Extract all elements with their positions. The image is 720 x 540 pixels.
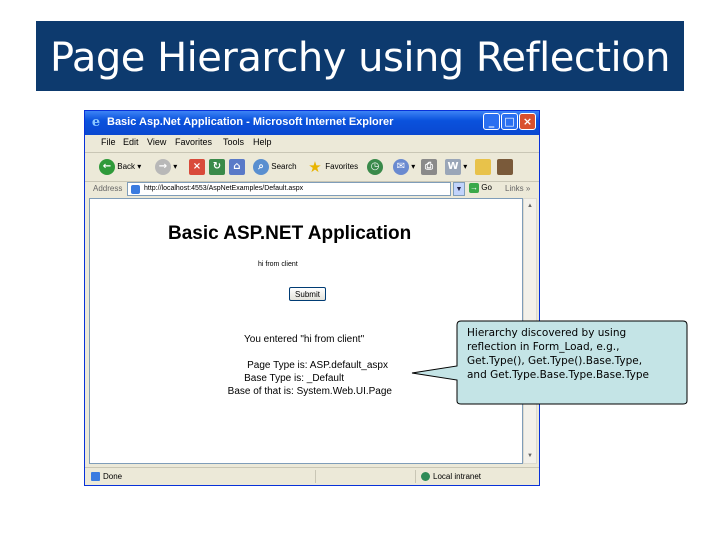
menu-view[interactable]: View (147, 137, 166, 147)
status-done: Done (91, 472, 122, 482)
history-button[interactable]: ◷ (367, 157, 383, 177)
callout-line: Get.Type(), Get.Type().Base.Type, (467, 355, 643, 367)
status-divider (315, 470, 316, 483)
edit-page-icon: W (445, 158, 461, 175)
callout: Hierarchy discovered by using reflection… (410, 318, 688, 406)
home-button[interactable]: ⌂ (229, 157, 245, 177)
intranet-icon (421, 472, 430, 482)
edit-button[interactable]: W ▾ (445, 157, 467, 177)
search-icon: ⌕ (253, 158, 269, 175)
favorites-button[interactable]: ★ Favorites (307, 157, 358, 177)
page-done-icon (91, 472, 100, 482)
maximize-button[interactable]: □ (501, 113, 518, 130)
scroll-down-icon[interactable]: ▼ (525, 450, 535, 462)
ie-window: e Basic Asp.Net Application - Microsoft … (84, 110, 540, 486)
ie-logo-icon: e (91, 115, 101, 130)
menu-favorites[interactable]: Favorites (175, 137, 212, 147)
callout-line: reflection in Form_Load, e.g., (467, 341, 620, 353)
mail-button[interactable]: ✉ ▾ (393, 157, 415, 177)
toolbar: ← Back ▾ → ▾ × ↻ ⌂ ⌕ Search ★ Favorites … (85, 153, 539, 182)
window-title-bar: e Basic Asp.Net Application - Microsoft … (85, 111, 539, 135)
status-divider (415, 470, 416, 483)
history-icon: ◷ (367, 158, 383, 175)
close-button[interactable]: × (519, 113, 536, 130)
page-heading: Basic ASP.NET Application (168, 223, 412, 244)
messenger-icon (497, 158, 513, 175)
forward-arrow-icon: → (155, 158, 171, 175)
submit-button[interactable]: Submit (289, 287, 326, 301)
refresh-button[interactable]: ↻ (209, 157, 225, 177)
entered-text: You entered "hi from client" (244, 334, 365, 345)
go-arrow-icon: → (469, 183, 479, 193)
stop-icon: × (189, 158, 205, 175)
address-dropdown[interactable]: ▼ (453, 182, 465, 196)
address-input[interactable]: http://localhost:4553/AspNetExamples/Def… (127, 182, 451, 196)
scroll-up-icon[interactable]: ▲ (525, 200, 535, 212)
refresh-icon: ↻ (209, 158, 225, 175)
folder-button[interactable] (475, 157, 491, 177)
window-title: Basic Asp.Net Application - Microsoft In… (107, 116, 394, 128)
page-icon (131, 185, 140, 194)
stop-button[interactable]: × (189, 157, 205, 177)
callout-text: Hierarchy discovered by using reflection… (467, 326, 683, 382)
base-of-that-text: Base of that is: System.Web.UI.Page (227, 386, 392, 397)
page-type-text: Page Type is: ASP.default_aspx (247, 360, 388, 371)
search-button[interactable]: ⌕ Search (253, 157, 297, 177)
minimize-button[interactable]: _ (483, 113, 500, 130)
callout-line: Hierarchy discovered by using (467, 327, 627, 339)
back-arrow-icon: ← (99, 158, 115, 175)
home-icon: ⌂ (229, 158, 245, 175)
security-zone: Local intranet (421, 472, 481, 482)
links-button[interactable]: Links » (505, 184, 530, 193)
menu-bar: File Edit View Favorites Tools Help (85, 135, 539, 153)
type-hierarchy: Page Type is: ASP.default_aspx Base Type… (212, 359, 392, 398)
status-bar: Done Local intranet (85, 467, 539, 486)
mail-icon: ✉ (393, 158, 409, 175)
print-button[interactable]: ⎙ (421, 157, 437, 177)
menu-tools[interactable]: Tools (223, 137, 244, 147)
base-type-text: Base Type is: _Default (244, 373, 344, 384)
slide-title: Page Hierarchy using Reflection (50, 35, 670, 81)
messenger-button[interactable] (497, 157, 513, 177)
address-bar: Address http://localhost:4553/AspNetExam… (85, 181, 539, 199)
star-icon: ★ (308, 157, 322, 176)
slide-title-bar: Page Hierarchy using Reflection (36, 21, 684, 91)
folder-icon (475, 158, 491, 175)
go-button[interactable]: → Go (469, 183, 492, 193)
address-url: http://localhost:4553/AspNetExamples/Def… (144, 185, 304, 192)
menu-help[interactable]: Help (253, 137, 272, 147)
address-label: Address (93, 184, 123, 193)
menu-file[interactable]: File (101, 137, 116, 147)
menu-edit[interactable]: Edit (123, 137, 139, 147)
back-button[interactable]: ← Back ▾ (99, 157, 141, 177)
printer-icon: ⎙ (421, 158, 437, 175)
text-input[interactable]: hi from client (258, 261, 338, 271)
callout-line: and Get.Type.Base.Type.Base.Type (467, 369, 649, 381)
forward-button[interactable]: → ▾ (155, 157, 177, 177)
